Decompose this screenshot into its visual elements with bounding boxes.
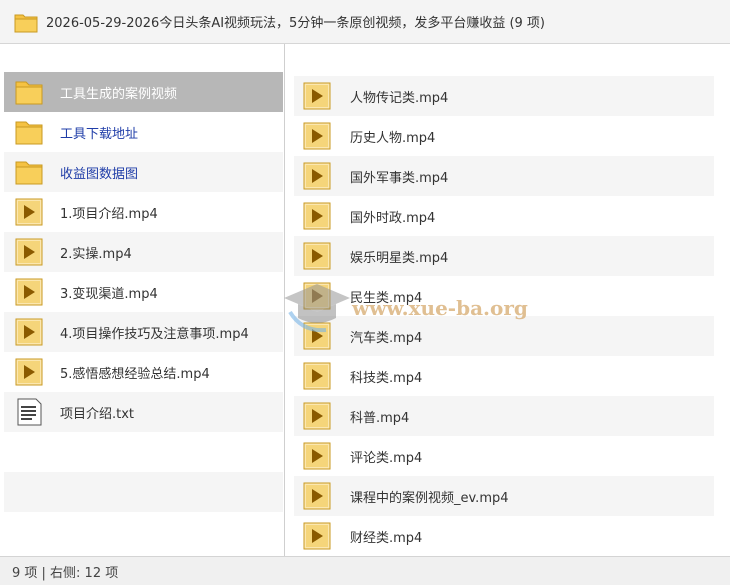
video-file-icon (303, 482, 331, 510)
list-item-video[interactable]: 科普.mp4 (294, 396, 714, 436)
video-file-icon (303, 202, 331, 230)
list-item-video[interactable]: 财经类.mp4 (294, 516, 714, 556)
video-file-icon (303, 322, 331, 350)
list-item-video[interactable]: 科技类.mp4 (294, 356, 714, 396)
text-file-icon (17, 398, 42, 426)
list-item-label: 国外时政.mp4 (350, 210, 436, 226)
video-file-icon (303, 122, 331, 150)
list-item-label: 4.项目操作技巧及注意事项.mp4 (60, 326, 249, 342)
list-item-video[interactable]: 历史人物.mp4 (294, 116, 714, 156)
panel-divider[interactable] (284, 44, 285, 556)
status-text: 9 项 | 右侧: 12 项 (12, 565, 119, 581)
list-item-video[interactable]: 娱乐明星类.mp4 (294, 236, 714, 276)
video-file-icon (15, 318, 43, 346)
list-item-label: 历史人物.mp4 (350, 130, 436, 146)
video-file-icon (15, 358, 43, 386)
list-item-label: 项目介绍.txt (60, 406, 135, 422)
video-file-icon (303, 522, 331, 550)
video-file-icon (303, 282, 331, 310)
list-item-label: 人物传记类.mp4 (350, 90, 449, 106)
video-file-icon (303, 82, 331, 110)
list-item-label: 民生类.mp4 (350, 290, 423, 306)
video-file-icon (303, 402, 331, 430)
window-title: 2026-05-29-2026今日头条AI视频玩法，5分钟一条原创视频，发多平台… (46, 16, 546, 31)
title-bar: 2026-05-29-2026今日头条AI视频玩法，5分钟一条原创视频，发多平台… (0, 0, 730, 44)
video-file-icon (15, 238, 43, 266)
list-item-label: 财经类.mp4 (350, 530, 423, 546)
video-file-icon (303, 242, 331, 270)
list-item-label: 汽车类.mp4 (350, 330, 423, 346)
empty-row (4, 472, 283, 512)
video-file-icon (303, 162, 331, 190)
list-item-video[interactable]: 3.变现渠道.mp4 (4, 272, 283, 312)
list-item-label: 娱乐明星类.mp4 (350, 250, 449, 266)
list-item-text-file[interactable]: 项目介绍.txt (4, 392, 283, 432)
video-file-icon (15, 278, 43, 306)
list-item-label: 5.感悟感想经验总结.mp4 (60, 366, 210, 382)
status-bar: 9 项 | 右侧: 12 项 (0, 556, 730, 585)
list-item-label: 科普.mp4 (350, 410, 410, 426)
list-item-label: 2.实操.mp4 (60, 246, 132, 262)
list-item-video[interactable]: 1.项目介绍.mp4 (4, 192, 283, 232)
video-file-icon (15, 198, 43, 226)
list-item-label: 工具生成的案例视频 (60, 86, 178, 102)
folder-icon (15, 161, 43, 185)
list-item-revenue-chart-folder[interactable]: 收益图数据图 (4, 152, 283, 192)
list-item-tool-download-folder[interactable]: 工具下载地址 (4, 112, 283, 152)
video-file-icon (303, 362, 331, 390)
list-item-label: 工具下载地址 (60, 126, 139, 142)
list-item-video[interactable]: 人物传记类.mp4 (294, 76, 714, 116)
list-item-video[interactable]: 课程中的案例视频_ev.mp4 (294, 476, 714, 516)
folder-icon (15, 81, 43, 105)
list-item-video[interactable]: 民生类.mp4 (294, 276, 714, 316)
empty-row (4, 432, 283, 472)
list-item-label: 3.变现渠道.mp4 (60, 286, 158, 302)
list-item-label: 国外军事类.mp4 (350, 170, 449, 186)
left-file-list: 工具生成的案例视频 工具下载地址 收益图数据图 1.项目介绍.mp4 2.实操.… (4, 72, 283, 512)
list-item-label: 评论类.mp4 (350, 450, 423, 466)
list-item-video[interactable]: 国外时政.mp4 (294, 196, 714, 236)
list-item-label: 课程中的案例视频_ev.mp4 (350, 490, 509, 506)
list-item-video[interactable]: 评论类.mp4 (294, 436, 714, 476)
list-item-label: 1.项目介绍.mp4 (60, 206, 158, 222)
folder-icon (15, 121, 43, 145)
list-item-label: 收益图数据图 (60, 166, 139, 182)
folder-icon (14, 14, 38, 32)
list-item-video[interactable]: 2.实操.mp4 (4, 232, 283, 272)
list-item-video[interactable]: 4.项目操作技巧及注意事项.mp4 (4, 312, 283, 352)
list-item-video[interactable]: 汽车类.mp4 (294, 316, 714, 356)
list-item-video[interactable]: 国外军事类.mp4 (294, 156, 714, 196)
video-file-icon (303, 442, 331, 470)
list-item-case-videos-folder[interactable]: 工具生成的案例视频 (4, 72, 283, 112)
list-item-label: 科技类.mp4 (350, 370, 423, 386)
list-item-video[interactable]: 5.感悟感想经验总结.mp4 (4, 352, 283, 392)
right-file-list: 人物传记类.mp4 历史人物.mp4 国外军事类.mp4 国外时政.mp4 娱乐… (294, 76, 714, 556)
